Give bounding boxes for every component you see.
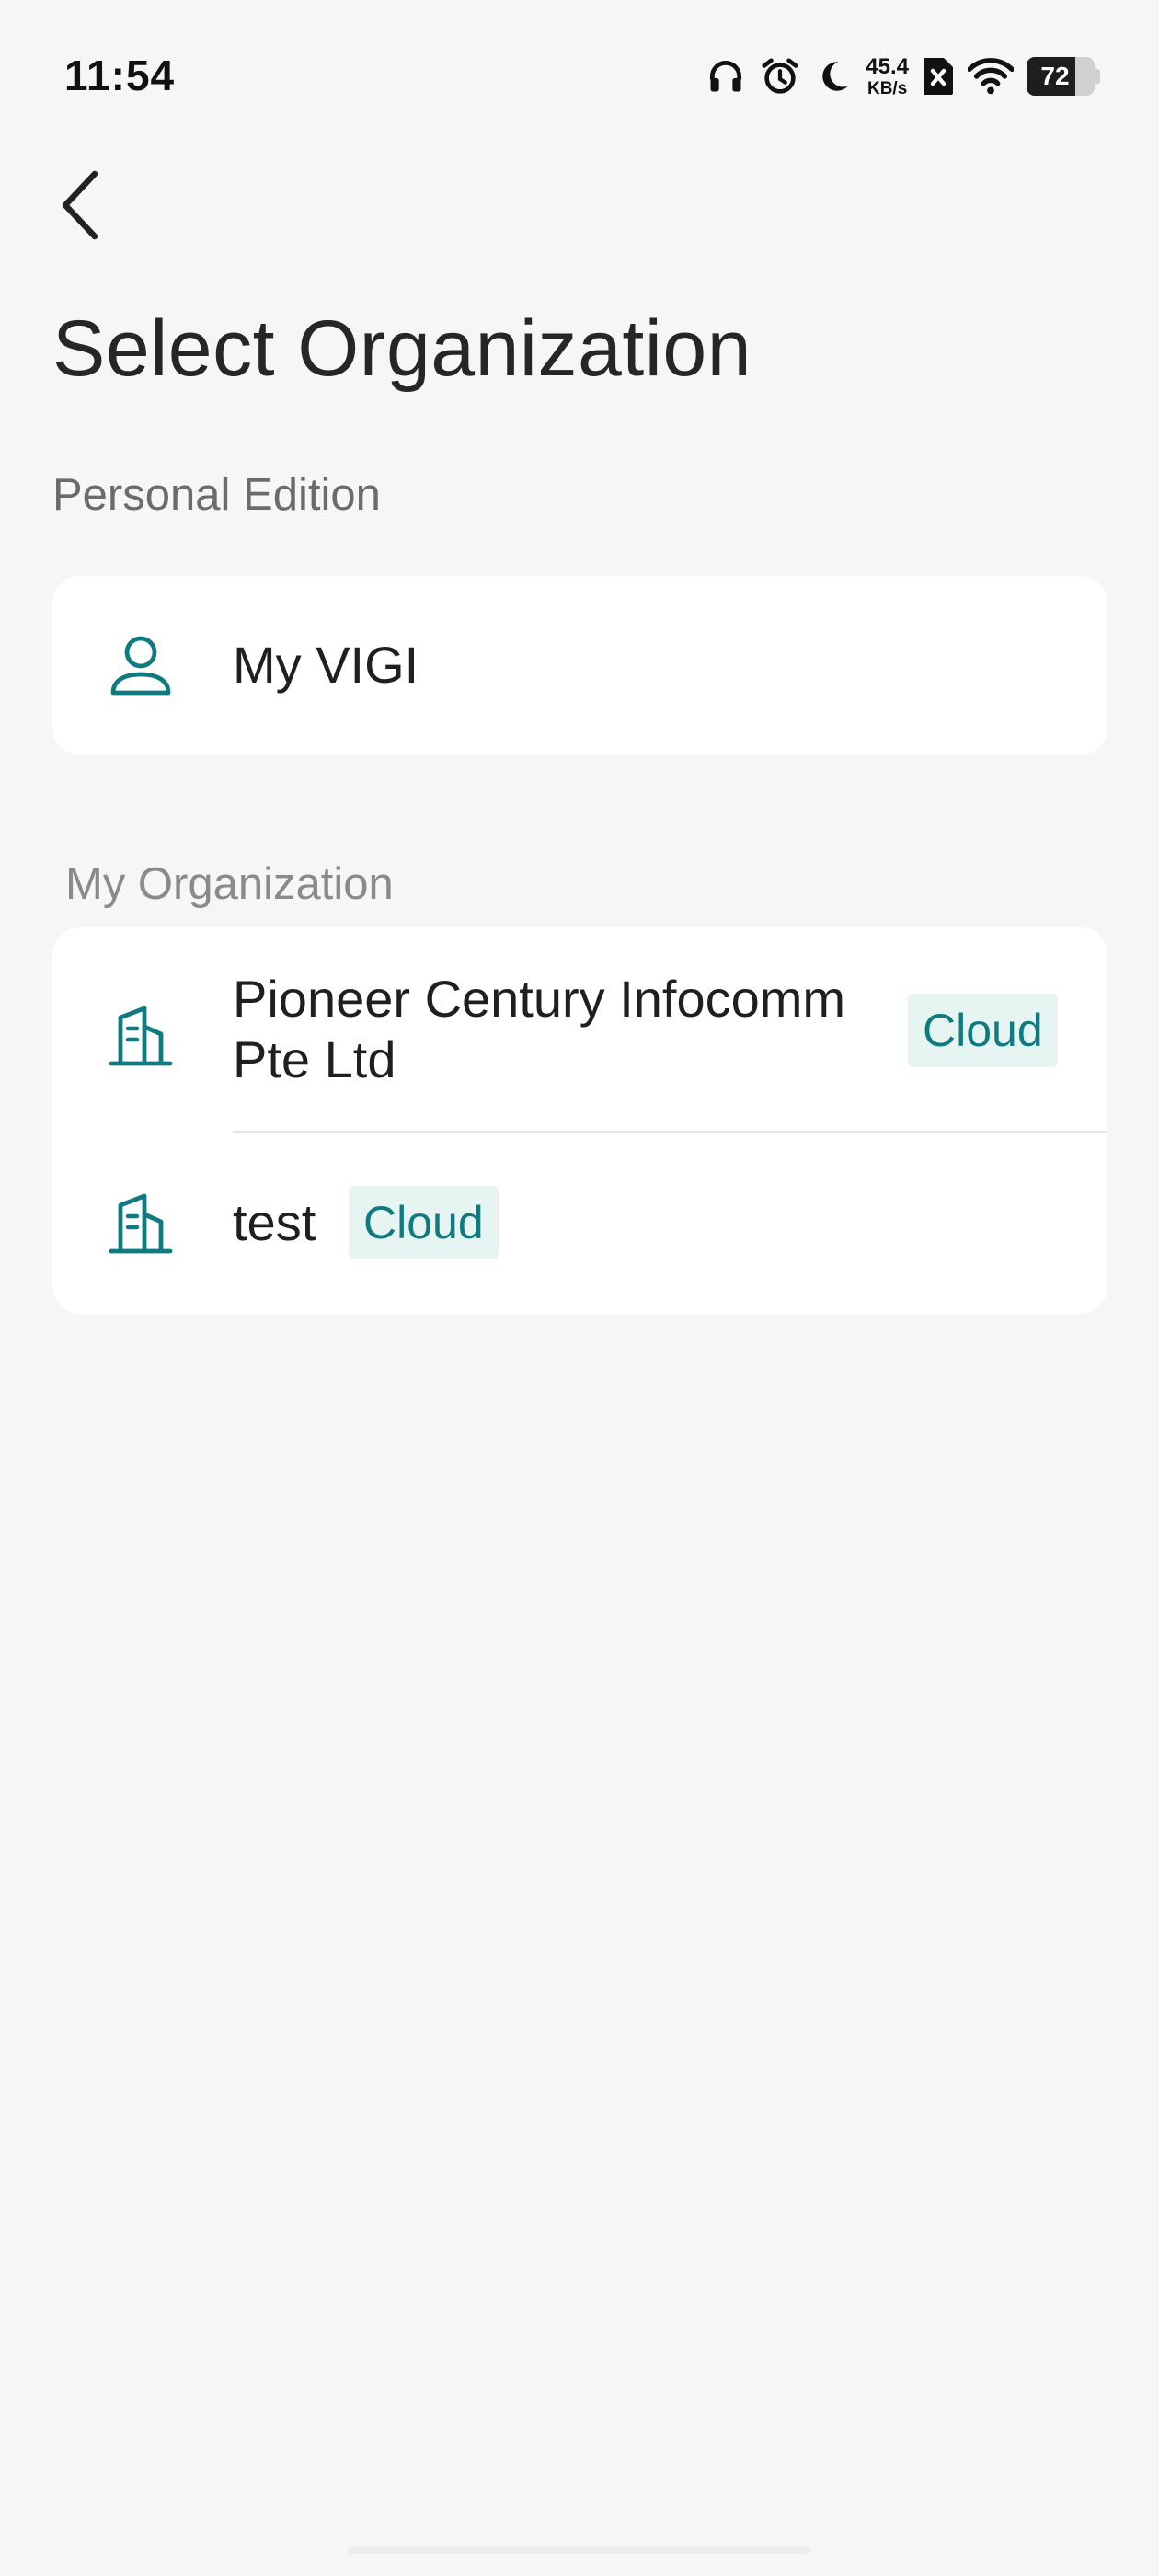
list-item-pioneer-century[interactable]: Pioneer Century Infocomm Pte Ltd Cloud bbox=[52, 927, 1107, 1132]
list-item-label: My VIGI bbox=[233, 636, 419, 694]
chevron-left-icon bbox=[60, 170, 100, 245]
section-label-organization: My Organization bbox=[65, 859, 394, 909]
list-item-test[interactable]: test Cloud bbox=[52, 1133, 1107, 1314]
battery-icon: 72 bbox=[1027, 57, 1100, 96]
list-item-label-continued: Pte Ltd bbox=[233, 1030, 396, 1088]
building-icon bbox=[108, 1190, 174, 1257]
network-speed: 45.4 KB/s bbox=[866, 53, 909, 98]
cloud-badge: Cloud bbox=[349, 1186, 499, 1259]
network-speed-unit: KB/s bbox=[866, 78, 908, 98]
battery-level: 72 bbox=[1040, 62, 1070, 90]
status-bar: 11:54 45.4 KB/s 72 bbox=[0, 0, 1159, 138]
organization-card: Pioneer Century Infocomm Pte Ltd Cloud t… bbox=[52, 927, 1107, 1314]
moon-icon bbox=[814, 57, 853, 96]
section-label-personal: Personal Edition bbox=[52, 470, 381, 520]
list-item-my-vigi[interactable]: My VIGI bbox=[52, 576, 1107, 755]
headphones-icon bbox=[706, 56, 746, 97]
list-item-label: test bbox=[233, 1193, 316, 1251]
network-speed-value: 45.4 bbox=[866, 53, 909, 79]
building-icon bbox=[108, 1003, 174, 1069]
wifi-icon bbox=[968, 56, 1014, 97]
cloud-badge: Cloud bbox=[908, 994, 1058, 1067]
user-icon bbox=[108, 632, 174, 698]
status-icons: 45.4 KB/s 72 bbox=[706, 51, 1100, 102]
home-indicator[interactable] bbox=[348, 2547, 811, 2554]
sim-none-icon bbox=[922, 56, 955, 97]
list-item-label: Pioneer Century Infocomm bbox=[233, 970, 846, 1028]
status-time: 11:54 bbox=[64, 52, 176, 99]
back-button[interactable] bbox=[48, 166, 112, 248]
personal-card: My VIGI bbox=[52, 576, 1107, 755]
alarm-icon bbox=[759, 55, 801, 98]
page-title: Select Organization bbox=[52, 305, 752, 393]
select-organization-screen: 11:54 45.4 KB/s 72 Select Organization P… bbox=[0, 0, 1159, 2576]
